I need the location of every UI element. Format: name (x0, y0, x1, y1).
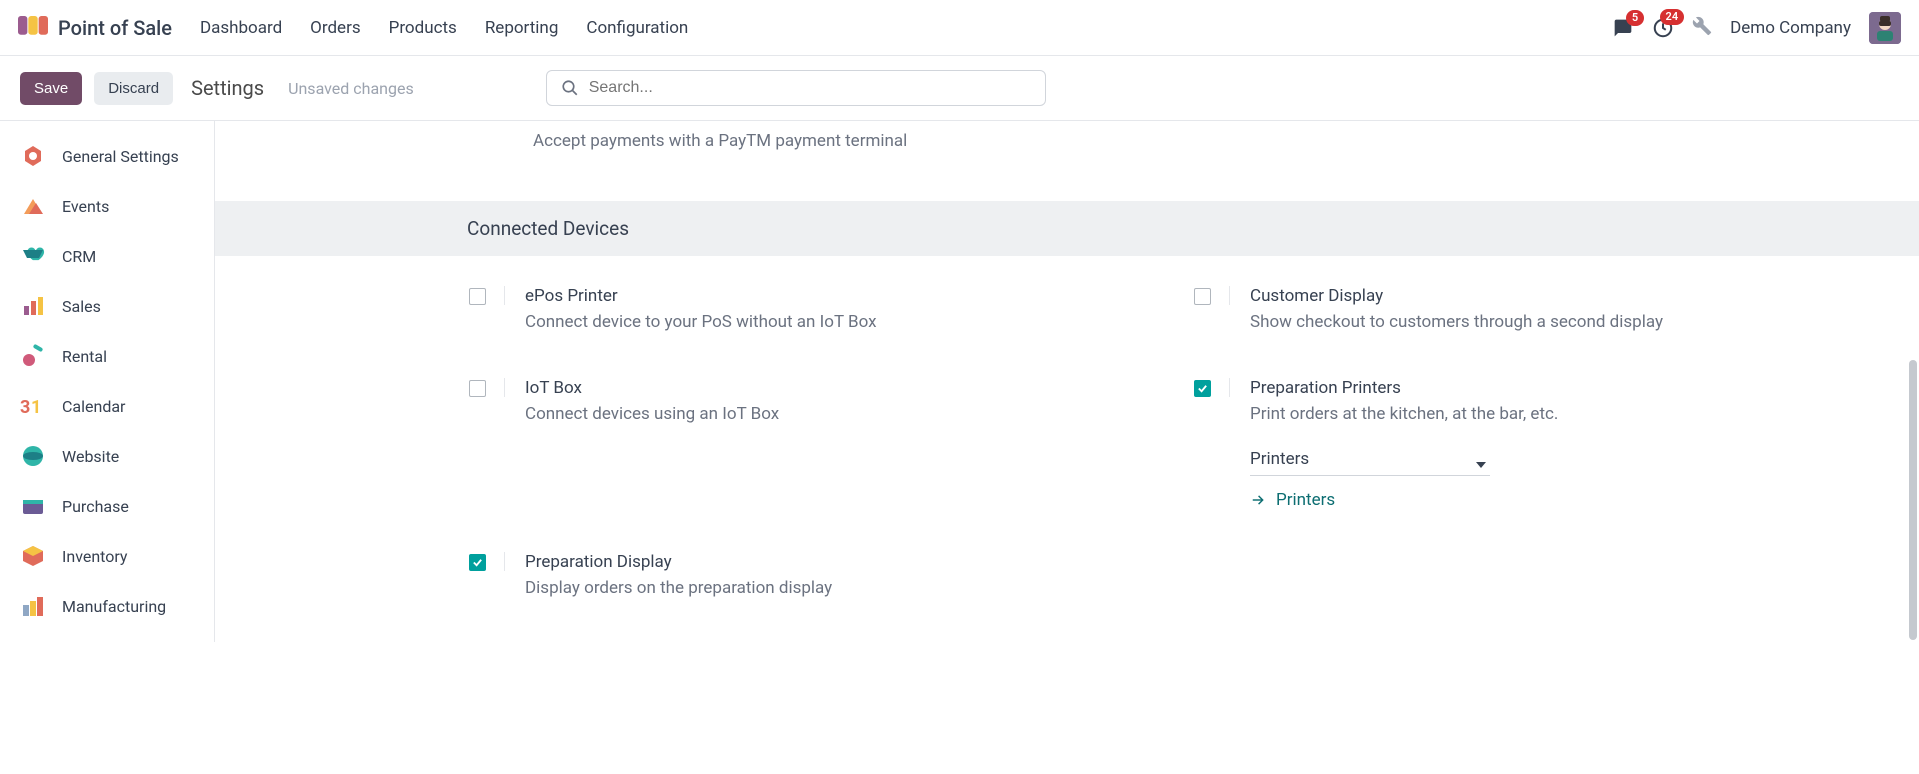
main: General Settings Events CRM Sales Rental… (0, 120, 1919, 642)
nav-links: Dashboard Orders Products Reporting Conf… (200, 18, 688, 38)
unsaved-indicator: Unsaved changes (288, 79, 414, 98)
customer-display-checkbox[interactable] (1194, 288, 1211, 305)
sidebar-label: Website (62, 447, 119, 466)
setting-title: Preparation Printers (1250, 378, 1879, 398)
sidebar-label: Calendar (62, 397, 125, 416)
sidebar-item-manufacturing[interactable]: Manufacturing (0, 581, 214, 631)
setting-desc: Print orders at the kitchen, at the bar,… (1250, 402, 1879, 428)
sidebar-item-general[interactable]: General Settings (0, 131, 214, 181)
printers-link[interactable]: Printers (1250, 490, 1879, 510)
arrow-right-icon (1250, 493, 1266, 507)
manufacturing-icon (20, 593, 46, 619)
inventory-icon (20, 543, 46, 569)
messages-badge: 5 (1626, 10, 1644, 26)
setting-title: IoT Box (525, 378, 1154, 398)
nav-reporting[interactable]: Reporting (485, 18, 559, 38)
search-box[interactable] (546, 70, 1046, 106)
activities-badge: 24 (1660, 9, 1685, 25)
nav-dashboard[interactable]: Dashboard (200, 18, 282, 38)
topbar-right: 5 24 Demo Company (1612, 12, 1901, 44)
sidebar-label: Rental (62, 347, 107, 366)
crm-icon (20, 243, 46, 269)
prev-section-desc: Accept payments with a PayTM payment ter… (215, 121, 1919, 201)
gear-icon (20, 143, 46, 169)
setting-desc: Connect device to your PoS without an Io… (525, 310, 1154, 336)
discard-button[interactable]: Discard (94, 72, 173, 105)
sidebar-item-inventory[interactable]: Inventory (0, 531, 214, 581)
section-header: Connected Devices (215, 201, 1919, 256)
setting-prep-printers: Preparation Printers Print orders at the… (1194, 378, 1879, 511)
iot-checkbox[interactable] (469, 380, 486, 397)
sidebar-label: CRM (62, 247, 96, 266)
sidebar-item-website[interactable]: Website (0, 431, 214, 481)
actionbar: Save Discard Settings Unsaved changes (0, 56, 1919, 120)
setting-desc: Show checkout to customers through a sec… (1250, 310, 1879, 336)
sidebar-label: Purchase (62, 497, 129, 516)
setting-desc: Display orders on the preparation displa… (525, 576, 1154, 602)
sidebar-item-crm[interactable]: CRM (0, 231, 214, 281)
page-title: Settings (191, 76, 264, 100)
sidebar-item-purchase[interactable]: Purchase (0, 481, 214, 531)
sidebar-item-calendar[interactable]: 31 Calendar (0, 381, 214, 431)
messages-icon[interactable]: 5 (1612, 18, 1634, 38)
nav-products[interactable]: Products (389, 18, 457, 38)
setting-title: Customer Display (1250, 286, 1879, 306)
calendar-icon: 31 (20, 393, 46, 419)
app-name[interactable]: Point of Sale (58, 16, 172, 40)
printers-field[interactable]: Printers (1250, 449, 1879, 476)
tools-icon[interactable] (1692, 16, 1712, 40)
setting-prep-display: Preparation Display Display orders on th… (469, 552, 1154, 602)
prep-display-checkbox[interactable] (469, 554, 486, 571)
activities-icon[interactable]: 24 (1652, 17, 1674, 39)
search-input[interactable] (589, 79, 1031, 97)
company-switcher[interactable]: Demo Company (1730, 18, 1851, 38)
sidebar-label: Sales (62, 297, 101, 316)
svg-text:3: 3 (20, 397, 30, 418)
prep-printers-checkbox[interactable] (1194, 380, 1211, 397)
sidebar-label: General Settings (62, 147, 179, 166)
settings-content: Accept payments with a PayTM payment ter… (215, 121, 1919, 642)
settings-sidebar: General Settings Events CRM Sales Rental… (0, 121, 215, 642)
setting-customer-display: Customer Display Show checkout to custom… (1194, 286, 1879, 336)
sidebar-item-sales[interactable]: Sales (0, 281, 214, 331)
printers-field-label: Printers (1250, 449, 1309, 469)
setting-desc: Connect devices using an IoT Box (525, 402, 1154, 428)
nav-orders[interactable]: Orders (310, 18, 360, 38)
setting-iot: IoT Box Connect devices using an IoT Box (469, 378, 1154, 511)
user-avatar[interactable] (1869, 12, 1901, 44)
sidebar-item-rental[interactable]: Rental (0, 331, 214, 381)
scrollbar[interactable] (1909, 360, 1917, 640)
printers-link-label: Printers (1276, 490, 1335, 510)
rental-icon (20, 343, 46, 369)
app-logo-icon (18, 16, 48, 40)
sidebar-label: Events (62, 197, 109, 216)
website-icon (20, 443, 46, 469)
events-icon (20, 193, 46, 219)
topbar: Point of Sale Dashboard Orders Products … (0, 0, 1919, 56)
svg-text:1: 1 (31, 397, 41, 418)
epos-checkbox[interactable] (469, 288, 486, 305)
sidebar-item-events[interactable]: Events (0, 181, 214, 231)
purchase-icon (20, 493, 46, 519)
sales-icon (20, 293, 46, 319)
save-button[interactable]: Save (20, 72, 82, 105)
caret-down-icon (1476, 453, 1486, 473)
nav-configuration[interactable]: Configuration (586, 18, 688, 38)
sidebar-label: Inventory (62, 547, 128, 566)
setting-title: ePos Printer (525, 286, 1154, 306)
setting-title: Preparation Display (525, 552, 1154, 572)
setting-epos: ePos Printer Connect device to your PoS … (469, 286, 1154, 336)
sidebar-label: Manufacturing (62, 597, 166, 616)
settings-grid: ePos Printer Connect device to your PoS … (215, 256, 1919, 642)
search-icon (561, 79, 579, 97)
